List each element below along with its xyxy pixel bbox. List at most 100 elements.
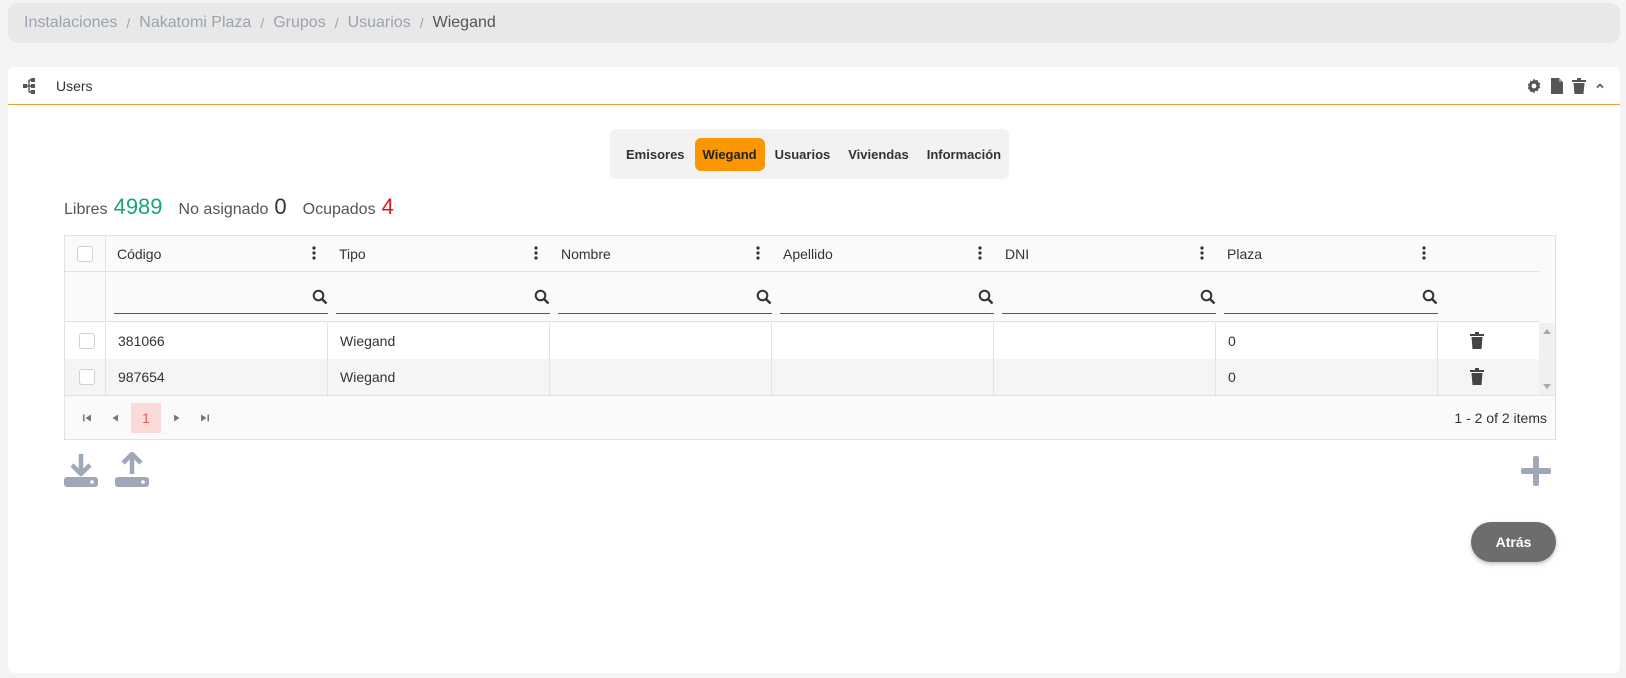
table-row[interactable]: 381066 Wiegand 0 <box>65 323 1540 359</box>
free-label: Libres <box>64 201 108 218</box>
column-header-tipo[interactable]: Tipo <box>328 236 550 272</box>
tab-informacion[interactable]: Información <box>919 138 1009 171</box>
cell-codigo: 987654 <box>106 359 328 395</box>
delete-row-icon[interactable] <box>1470 332 1484 349</box>
breadcrumb-grupos[interactable]: Grupos <box>273 14 325 32</box>
breadcrumb-separator: / <box>126 15 131 31</box>
column-header-plaza[interactable]: Plaza <box>1216 236 1438 272</box>
column-menu-icon[interactable] <box>756 246 760 260</box>
import-export-group <box>63 452 150 488</box>
column-menu-icon[interactable] <box>312 246 316 260</box>
cell-nombre <box>550 359 772 395</box>
filter-codigo[interactable] <box>106 273 328 321</box>
cell-apellido <box>772 359 994 395</box>
column-label: Apellido <box>783 246 833 262</box>
document-icon[interactable] <box>1550 77 1564 94</box>
grid-scrollbar[interactable] <box>1539 323 1555 395</box>
select-all-checkbox[interactable] <box>77 246 93 262</box>
users-card: Users Emisores Wiegand Usuarios Vivienda… <box>8 67 1620 673</box>
free-count: 4989 <box>113 194 163 219</box>
select-all-cell <box>65 236 106 272</box>
search-icon[interactable] <box>1200 289 1216 305</box>
tab-wiegand[interactable]: Wiegand <box>694 137 765 171</box>
row-checkbox[interactable] <box>79 333 95 349</box>
wiegand-grid: Código Tipo Nombre Apellido DNI Plaza 38… <box>64 235 1556 440</box>
prev-page-icon[interactable] <box>101 404 129 432</box>
row-checkbox[interactable] <box>79 369 95 385</box>
trash-icon[interactable] <box>1572 77 1586 94</box>
column-menu-icon[interactable] <box>978 246 982 260</box>
filter-nombre[interactable] <box>550 273 772 321</box>
column-header-nombre[interactable]: Nombre <box>550 236 772 272</box>
search-icon[interactable] <box>312 289 328 305</box>
upload-icon[interactable] <box>114 452 150 488</box>
cell-tipo: Wiegand <box>328 359 550 395</box>
tree-icon <box>23 77 35 94</box>
settings-icon[interactable] <box>1526 78 1542 94</box>
download-icon[interactable] <box>63 452 99 488</box>
filter-plaza[interactable] <box>1216 273 1438 321</box>
breadcrumb-separator: / <box>419 15 424 31</box>
filter-dni[interactable] <box>994 273 1216 321</box>
column-label: Tipo <box>339 246 366 262</box>
cell-plaza: 0 <box>1216 323 1438 359</box>
column-menu-icon[interactable] <box>534 246 538 260</box>
filter-apellido[interactable] <box>772 273 994 321</box>
column-header-dni[interactable]: DNI <box>994 236 1216 272</box>
next-page-icon[interactable] <box>163 404 191 432</box>
breadcrumb-nakatomi-plaza[interactable]: Nakatomi Plaza <box>139 14 251 32</box>
grid-header: Código Tipo Nombre Apellido DNI Plaza <box>65 236 1540 272</box>
chevron-up-icon[interactable] <box>1594 80 1606 92</box>
row-select-cell <box>65 359 106 395</box>
tab-bar: Emisores Wiegand Usuarios Viviendas Info… <box>610 129 1009 179</box>
unassigned-label: No asignado <box>178 201 269 218</box>
column-label: Código <box>117 246 162 262</box>
scroll-down-icon[interactable] <box>1543 384 1551 390</box>
cell-codigo: 381066 <box>106 323 328 359</box>
breadcrumb-separator: / <box>260 15 265 31</box>
tab-emisores[interactable]: Emisores <box>618 138 693 171</box>
card-header: Users <box>8 67 1620 105</box>
search-icon[interactable] <box>1422 289 1438 305</box>
column-label: Nombre <box>561 246 611 262</box>
column-menu-icon[interactable] <box>1422 246 1426 260</box>
table-row[interactable]: 987654 Wiegand 0 <box>65 359 1540 395</box>
back-button[interactable]: Atrás <box>1471 522 1556 562</box>
scroll-up-icon[interactable] <box>1543 328 1551 334</box>
occupied-label: Ocupados <box>302 201 376 218</box>
search-icon[interactable] <box>978 289 994 305</box>
breadcrumb-current: Wiegand <box>432 14 496 31</box>
unassigned-count: 0 <box>274 194 287 219</box>
add-icon[interactable] <box>1520 455 1552 487</box>
search-icon[interactable] <box>534 289 550 305</box>
column-menu-icon[interactable] <box>1200 246 1204 260</box>
column-header-apellido[interactable]: Apellido <box>772 236 994 272</box>
last-page-icon[interactable] <box>191 404 219 432</box>
column-label: DNI <box>1005 246 1030 262</box>
tab-viviendas[interactable]: Viviendas <box>840 138 916 171</box>
filter-tipo[interactable] <box>328 273 550 321</box>
row-select-cell <box>65 323 106 359</box>
grid-body: 381066 Wiegand 0 987654 Wiegand 0 <box>65 323 1557 395</box>
counters: Libres 4989 No asignado 0 Ocupados 4 <box>64 194 410 220</box>
breadcrumb-instalaciones[interactable]: Instalaciones <box>24 14 117 32</box>
pager-info: 1 - 2 of 2 items <box>1454 409 1547 426</box>
tab-usuarios[interactable]: Usuarios <box>767 138 839 171</box>
first-page-icon[interactable] <box>73 404 101 432</box>
cell-nombre <box>550 323 772 359</box>
filter-row <box>65 273 1540 322</box>
column-label: Plaza <box>1227 246 1263 262</box>
column-header-codigo[interactable]: Código <box>106 236 328 272</box>
delete-row-icon[interactable] <box>1470 368 1484 385</box>
cell-dni <box>994 359 1216 395</box>
card-title: Users <box>56 77 93 94</box>
breadcrumb: Instalaciones / Nakatomi Plaza / Grupos … <box>8 3 1620 43</box>
search-icon[interactable] <box>756 289 772 305</box>
cell-tipo: Wiegand <box>328 323 550 359</box>
page-number-active[interactable]: 1 <box>131 402 161 433</box>
cell-plaza: 0 <box>1216 359 1438 395</box>
cell-dni <box>994 323 1216 359</box>
breadcrumb-usuarios[interactable]: Usuarios <box>348 14 411 32</box>
occupied-count: 4 <box>381 194 394 219</box>
breadcrumb-separator: / <box>334 15 339 31</box>
